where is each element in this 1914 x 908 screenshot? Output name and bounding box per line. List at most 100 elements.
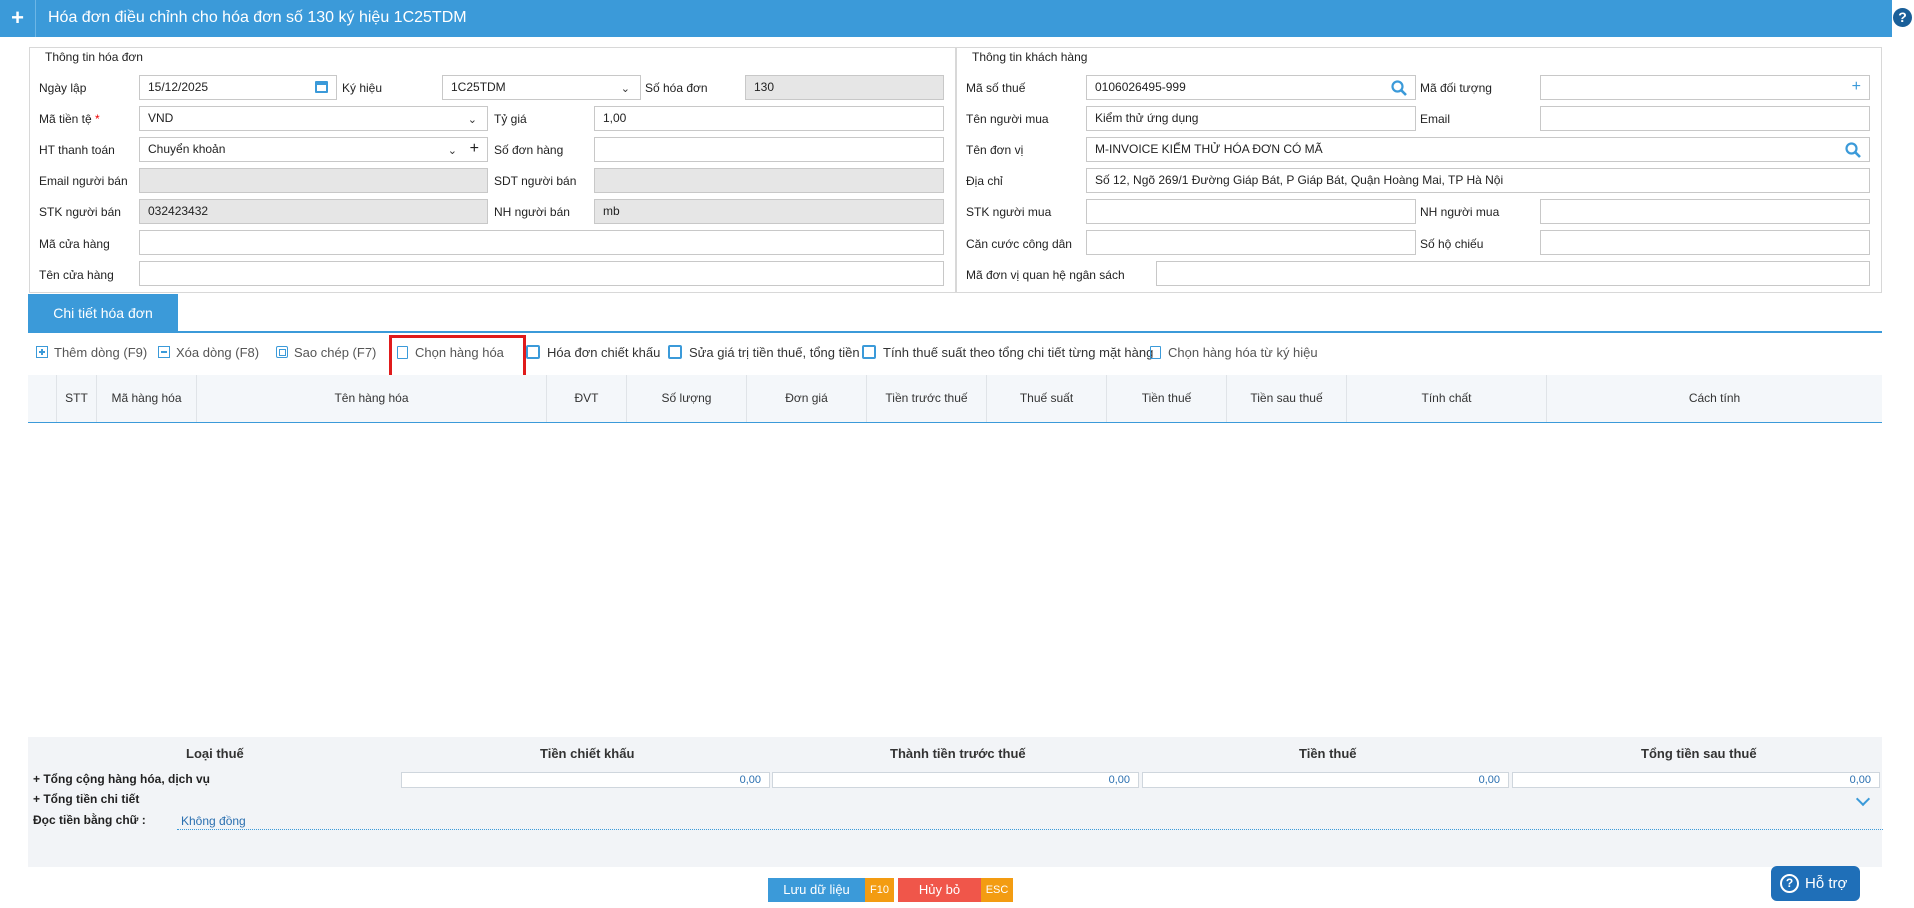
edit-tax-values-checkbox[interactable]: Sửa giá trị tiền thuế, tổng tiền bbox=[668, 345, 860, 363]
invoice-detail-grid: STT Mã hàng hóa Tên hàng hóa ĐVT Số lượn… bbox=[28, 375, 1882, 423]
title-bar: + Hóa đơn điều chỉnh cho hóa đơn số 130 … bbox=[0, 0, 1914, 37]
so-ho-chieu-field[interactable] bbox=[1540, 230, 1870, 255]
chevron-down-icon: ⌄ bbox=[620, 83, 630, 95]
tab-invoice-detail[interactable]: Chi tiết hóa đơn bbox=[28, 294, 178, 332]
cancel-button[interactable]: Hủy bỏ bbox=[898, 878, 981, 902]
tab-underline bbox=[28, 331, 1882, 333]
read-amount-label: Đọc tiền bằng chữ : bbox=[33, 813, 146, 827]
sdt-nguoi-ban-field bbox=[594, 168, 944, 193]
help-icon: ? bbox=[1893, 8, 1912, 27]
minus-square-icon bbox=[158, 346, 170, 358]
column-header: Tính chất bbox=[1347, 375, 1547, 422]
dia-chi-field[interactable]: Số 12, Ngõ 269/1 Đường Giáp Bát, P Giáp … bbox=[1086, 168, 1870, 193]
ma-cua-hang-field[interactable] bbox=[139, 230, 944, 255]
grand-total-field: 0,00 bbox=[1512, 772, 1880, 788]
so-ho-chieu-label: Số hộ chiếu bbox=[1420, 237, 1484, 251]
plus-square-icon bbox=[36, 346, 48, 358]
ty-gia-field[interactable]: 1,00 bbox=[594, 106, 944, 131]
email-field[interactable] bbox=[1540, 106, 1870, 131]
can-cuoc-label: Căn cước công dân bbox=[966, 237, 1072, 251]
stk-nguoi-mua-field[interactable] bbox=[1086, 199, 1416, 224]
add-customer-icon[interactable]: + bbox=[1852, 76, 1861, 98]
ma-so-thue-value: 0106026495-999 bbox=[1095, 80, 1186, 94]
help-button[interactable]: ? bbox=[1892, 0, 1914, 37]
so-don-hang-field[interactable] bbox=[594, 137, 944, 162]
ma-tien-te-select[interactable]: VND ⌄ bbox=[139, 106, 488, 131]
search-icon[interactable] bbox=[1845, 142, 1861, 158]
ten-cua-hang-label: Tên cửa hàng bbox=[39, 268, 114, 282]
window-title: Hóa đơn điều chỉnh cho hóa đơn số 130 ký… bbox=[48, 9, 467, 26]
customer-info-legend: Thông tin khách hàng bbox=[969, 50, 1091, 64]
ky-hieu-label: Ký hiệu bbox=[342, 81, 383, 95]
ten-don-vi-label: Tên đơn vị bbox=[966, 143, 1024, 157]
support-button[interactable]: ? Hỗ trợ bbox=[1771, 866, 1860, 901]
column-header: Tên hàng hóa bbox=[197, 375, 547, 422]
ma-so-thue-field[interactable]: 0106026495-999 bbox=[1086, 75, 1416, 100]
calendar-icon[interactable] bbox=[315, 81, 328, 93]
save-button[interactable]: Lưu dữ liệu bbox=[768, 878, 865, 902]
stk-nguoi-ban-field: 032423432 bbox=[139, 199, 488, 224]
add-row-label: Thêm dòng (F9) bbox=[54, 345, 148, 360]
search-icon[interactable] bbox=[1391, 80, 1407, 96]
ten-don-vi-field[interactable]: M-INVOICE KIỂM THỬ HÓA ĐƠN CÓ MÃ bbox=[1086, 137, 1870, 162]
ngay-lap-field[interactable]: 15/12/2025 bbox=[139, 75, 337, 100]
ht-thanh-toan-select[interactable]: Chuyển khoản ⌄ + bbox=[139, 137, 488, 162]
grid-select-column bbox=[28, 375, 57, 422]
add-icon[interactable]: + bbox=[0, 0, 36, 37]
discount-invoice-label: Hóa đơn chiết khấu bbox=[547, 345, 661, 360]
total-goods-row-label[interactable]: + Tổng cộng hàng hóa, dịch vụ bbox=[33, 772, 210, 786]
summary-header: Tiền chiết khấu bbox=[540, 746, 635, 761]
ma-tien-te-value: VND bbox=[148, 111, 174, 125]
ma-doi-tuong-field[interactable]: + bbox=[1540, 75, 1870, 100]
can-cuoc-field[interactable] bbox=[1086, 230, 1416, 255]
add-payment-icon[interactable]: + bbox=[470, 138, 479, 160]
nh-nguoi-ban-label: NH người bán bbox=[494, 205, 570, 219]
ten-nguoi-mua-field[interactable]: Kiểm thử ứng dụng bbox=[1086, 106, 1416, 131]
column-header: Tiền thuế bbox=[1107, 375, 1227, 422]
ten-nguoi-mua-label: Tên người mua bbox=[966, 112, 1049, 126]
discount-invoice-checkbox[interactable]: Hóa đơn chiết khấu bbox=[526, 345, 660, 363]
so-don-hang-label: Số đơn hàng bbox=[494, 143, 564, 157]
ht-thanh-toan-label: HT thanh toán bbox=[39, 143, 115, 157]
total-detail-row-label[interactable]: + Tổng tiền chi tiết bbox=[33, 792, 139, 806]
ngay-lap-value: 15/12/2025 bbox=[148, 80, 209, 94]
nh-nguoi-ban-field: mb bbox=[594, 199, 944, 224]
email-nguoi-ban-label: Email người bán bbox=[39, 174, 128, 188]
ma-tien-te-text: Mã tiền tệ bbox=[39, 112, 92, 126]
highlight-box bbox=[389, 335, 526, 380]
email-label: Email bbox=[1420, 112, 1451, 126]
calc-tax-rate-checkbox[interactable]: Tính thuế suất theo tổng chi tiết từng m… bbox=[862, 345, 1153, 363]
ky-hieu-value: 1C25TDM bbox=[451, 80, 506, 94]
summary-header: Thành tiền trước thuế bbox=[890, 746, 1026, 761]
ky-hieu-select[interactable]: 1C25TDM ⌄ bbox=[442, 75, 641, 100]
chevron-down-icon[interactable] bbox=[1855, 791, 1871, 807]
summary-header: Loại thuế bbox=[186, 746, 244, 761]
summary-panel: Loại thuế Tiền chiết khấu Thành tiền trư… bbox=[28, 737, 1883, 867]
nh-nguoi-mua-field[interactable] bbox=[1540, 199, 1870, 224]
add-row-button[interactable]: Thêm dòng (F9) bbox=[36, 345, 147, 363]
stk-nguoi-ban-label: STK người bán bbox=[39, 205, 121, 219]
checkbox-icon bbox=[668, 345, 682, 359]
column-header: Đơn giá bbox=[747, 375, 867, 422]
ht-thanh-toan-value: Chuyển khoản bbox=[148, 142, 226, 156]
column-header: Tiền trước thuế bbox=[867, 375, 987, 422]
column-header: Mã hàng hóa bbox=[97, 375, 197, 422]
summary-header: Tiền thuế bbox=[1299, 746, 1357, 761]
so-hoa-don-label: Số hóa đơn bbox=[645, 81, 708, 95]
column-header: Số lượng bbox=[627, 375, 747, 422]
invoice-info-legend: Thông tin hóa đơn bbox=[42, 50, 146, 64]
tax-total-field: 0,00 bbox=[1142, 772, 1509, 788]
delete-row-button[interactable]: Xóa dòng (F8) bbox=[158, 345, 259, 363]
ten-cua-hang-field[interactable] bbox=[139, 261, 944, 286]
discount-total-field: 0,00 bbox=[401, 772, 770, 788]
column-header: Thuế suất bbox=[987, 375, 1107, 422]
copy-button[interactable]: Sao chép (F7) bbox=[276, 345, 376, 363]
choose-goods-from-symbol-button[interactable]: Chọn hàng hóa từ ký hiệu bbox=[1150, 345, 1318, 363]
copy-icon bbox=[276, 346, 288, 358]
delete-row-label: Xóa dòng (F8) bbox=[176, 345, 260, 360]
chevron-down-icon: ⌄ bbox=[447, 145, 457, 157]
ty-gia-label: Tỷ giá bbox=[494, 112, 527, 126]
ma-dv-qhns-field[interactable] bbox=[1156, 261, 1870, 286]
sdt-nguoi-ban-label: SDT người bán bbox=[494, 174, 577, 188]
ma-so-thue-label: Mã số thuế bbox=[966, 81, 1026, 95]
